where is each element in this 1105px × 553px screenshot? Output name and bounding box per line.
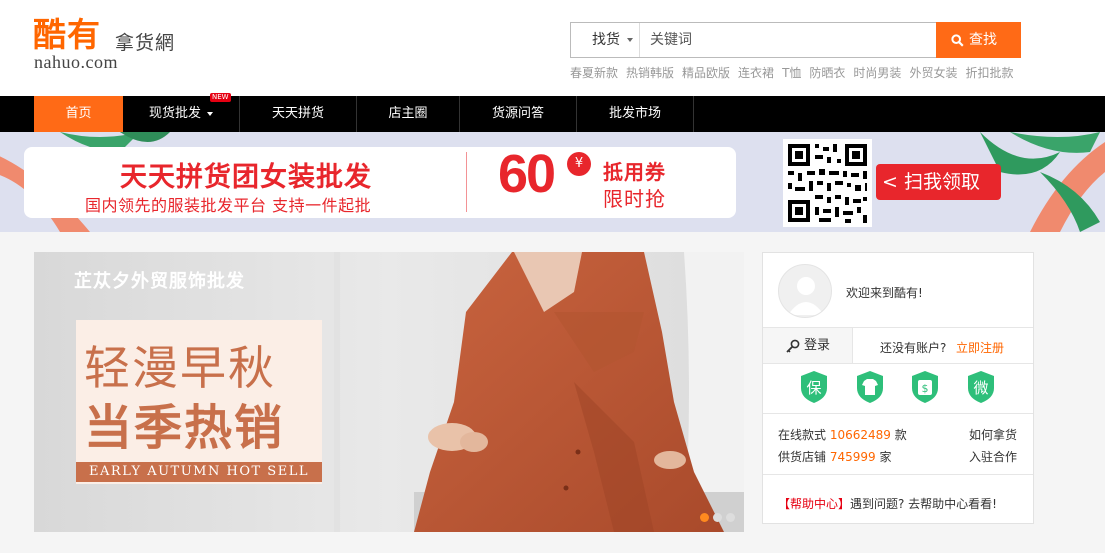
user-silhouette-icon — [788, 277, 824, 315]
search-button-label: 查找 — [969, 32, 997, 48]
hot-keyword[interactable]: 时尚男装 — [853, 66, 901, 80]
carousel-dot-3[interactable] — [726, 513, 735, 522]
hot-keyword[interactable]: 防晒衣 — [809, 66, 845, 80]
divider — [763, 474, 1033, 475]
user-panel: 欢迎来到酷有! 登录 还没有账户? 立即注册 保 $ 微 在线款式 106624… — [762, 252, 1034, 524]
key-icon — [786, 339, 800, 353]
qr-code-icon — [783, 139, 872, 227]
online-styles-count: 10662489 — [829, 428, 891, 442]
hot-keywords: 春夏新款 热销韩版 精品欧版 连衣裙 T恤 防晒衣 时尚男装 外贸女装 折扣批款 — [570, 64, 1021, 81]
limited-label: 限时抢 — [603, 187, 666, 211]
nav-item-home[interactable]: 首页 — [34, 96, 123, 132]
nav-item-group-buy[interactable]: 天天拼货 — [240, 96, 357, 132]
caret-down-icon — [207, 111, 213, 116]
search-category-label: 找货 — [592, 32, 620, 48]
wechat-badge-icon[interactable]: 微 — [966, 370, 996, 404]
divider — [763, 413, 1033, 414]
search-button[interactable]: 查找 — [936, 22, 1021, 58]
carousel-dot-1[interactable] — [700, 513, 709, 522]
qr-code — [783, 139, 872, 227]
coupon-amount: 60 — [498, 144, 556, 204]
hot-keyword[interactable]: 春夏新款 — [570, 66, 618, 80]
banner-divider — [466, 152, 467, 212]
main-nav: 首页 现货批发 天天拼货 店主圈 货源问答 批发市场 NEW — [0, 93, 1105, 132]
nav-item-shop-circle[interactable]: 店主圈 — [357, 96, 460, 132]
hero-headline-2: 当季热销 — [84, 400, 285, 456]
hot-keyword[interactable]: T恤 — [782, 66, 801, 80]
register-link[interactable]: 立即注册 — [956, 339, 1004, 356]
supplier-shops-unit: 家 — [879, 450, 892, 464]
logo-domain: nahuo.com — [34, 52, 118, 72]
nav-item-market[interactable]: 批发市场 — [577, 96, 694, 132]
hero-carousel[interactable]: 芷苁夕外贸服饰批发 轻漫早秋 当季热销 EARLY AUTUMN HOT SEL… — [34, 252, 744, 532]
help-center-link[interactable]: 【帮助中心】 — [778, 495, 850, 512]
caret-down-icon — [627, 38, 633, 42]
divider — [763, 363, 1033, 364]
svg-text:微: 微 — [973, 379, 988, 397]
help-center-text: 遇到问题? 去帮助中心看看! — [850, 497, 997, 511]
svg-text:保: 保 — [806, 379, 821, 397]
join-cooperation-link[interactable]: 入驻合作 — [969, 448, 1017, 465]
site-logo[interactable]: 酷有 拿货網 nahuo.com — [33, 14, 193, 74]
hero-brand: 芷苁夕外贸服饰批发 — [74, 271, 245, 292]
login-button[interactable]: 登录 — [763, 328, 853, 363]
online-styles-label: 在线款式 — [778, 428, 827, 442]
coupon-label: 抵用券 — [603, 160, 666, 184]
search-icon — [951, 34, 964, 47]
hot-keyword[interactable]: 连衣裙 — [738, 66, 774, 80]
welcome-text: 欢迎来到酷有! — [846, 286, 923, 300]
new-badge: NEW — [210, 93, 231, 102]
tshirt-badge-icon[interactable] — [855, 370, 885, 404]
carousel-dot-2[interactable] — [713, 513, 722, 522]
logo-main-text: 酷有 — [33, 15, 101, 54]
scan-claim-button[interactable]: < 扫我领取 — [876, 164, 1001, 200]
supplier-shops-stat: 供货店铺 745999 家 — [778, 448, 892, 465]
price-badge-icon[interactable]: $ — [910, 370, 940, 404]
search-bar: 找货 查找 — [570, 22, 1021, 58]
site-header: 酷有 拿货網 nahuo.com 找货 查找 春夏新款热销韩版精品欧版连衣裙 T恤… — [0, 0, 1105, 96]
banner-title: 天天拼货团女装批发 — [120, 162, 372, 193]
how-to-buy-link[interactable]: 如何拿货 — [969, 426, 1017, 443]
currency-badge: ¥ — [567, 152, 591, 176]
no-account-text: 还没有账户? — [880, 341, 947, 355]
nav-item-label: 现货批发 — [148, 106, 201, 121]
hot-keyword[interactable]: 外贸女装 — [909, 66, 957, 80]
hot-keyword[interactable]: 折扣批款 — [965, 66, 1013, 80]
login-label: 登录 — [804, 338, 831, 353]
banner-subtitle: 国内领先的服装批发平台 支持一件起批 — [85, 196, 372, 215]
online-styles-stat: 在线款式 10662489 款 — [778, 426, 907, 443]
supplier-shops-label: 供货店铺 — [778, 450, 827, 464]
online-styles-unit: 款 — [894, 428, 907, 442]
hot-keyword[interactable]: 精品欧版 — [682, 66, 730, 80]
nav-item-qa[interactable]: 货源问答 — [460, 96, 577, 132]
guarantee-badge-icon[interactable]: 保 — [799, 370, 829, 404]
search-category-dropdown[interactable]: 找货 — [571, 23, 640, 57]
hero-tagline: EARLY AUTUMN HOT SELL — [76, 462, 322, 482]
search-input[interactable] — [641, 23, 936, 57]
logo-sub-text: 拿货網 — [115, 32, 176, 54]
avatar — [778, 264, 832, 318]
svg-text:$: $ — [922, 382, 929, 395]
hot-keyword[interactable]: 热销韩版 — [626, 66, 674, 80]
supplier-shops-count: 745999 — [829, 450, 876, 464]
